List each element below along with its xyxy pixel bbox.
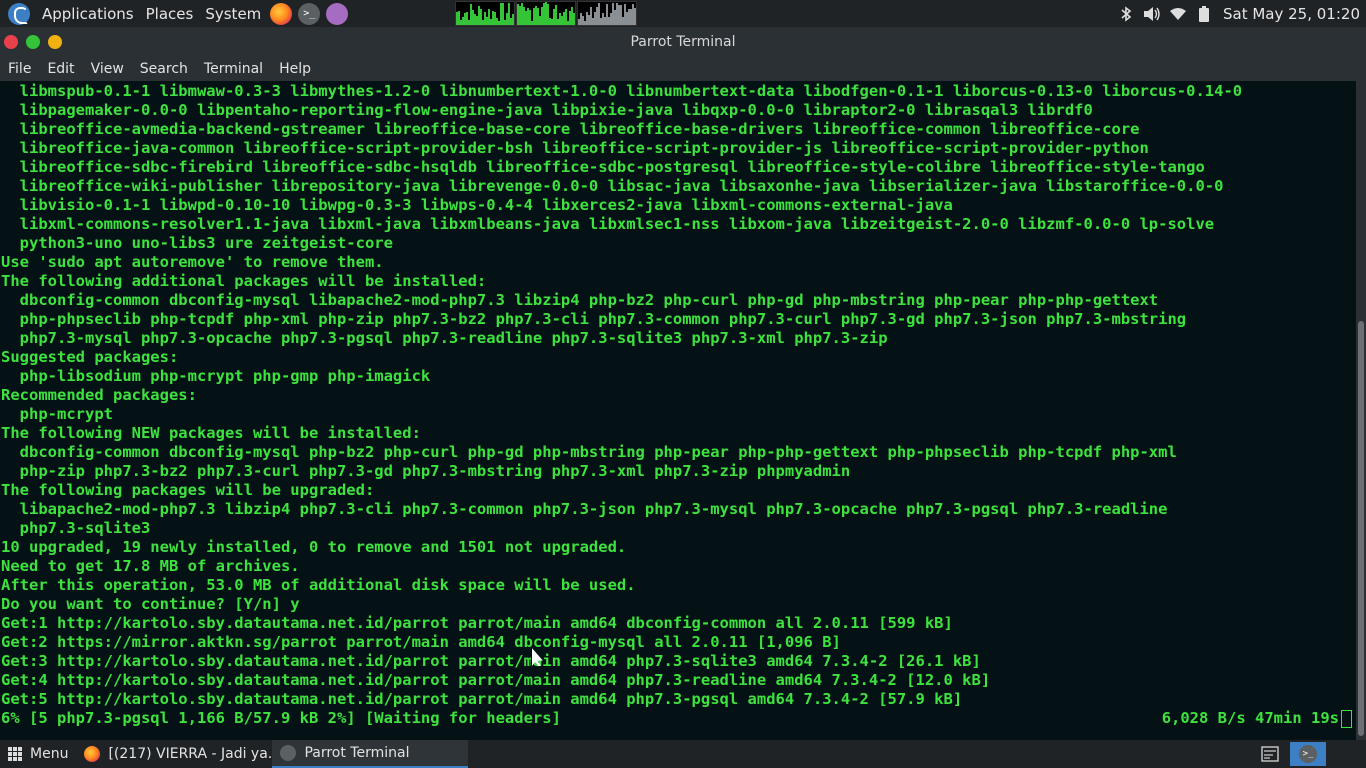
clock[interactable]: Sat May 25, 01:20: [1223, 5, 1360, 23]
terminal-line: libxml-commons-resolver1.1-java libxml-j…: [1, 215, 1215, 233]
terminal-line: libapache2-mod-php7.3 libzip4 php7.3-cli…: [1, 500, 1168, 518]
workspace-2[interactable]: >_: [1290, 742, 1326, 766]
terminal-line: 10 upgraded, 19 newly installed, 0 to re…: [1, 538, 627, 556]
terminal-line: Do you want to continue? [Y/n] y: [1, 595, 300, 613]
battery-icon[interactable]: [1195, 5, 1213, 22]
terminal-line: Recommended packages:: [1, 386, 197, 404]
terminal-line: After this operation, 53.0 MB of additio…: [1, 576, 636, 594]
close-window-button[interactable]: [4, 34, 18, 49]
menu-label: Menu: [30, 746, 69, 762]
taskbar-item-terminal[interactable]: Parrot Terminal: [272, 740, 469, 768]
terminal-output[interactable]: libmspub-0.1-1 libmwaw-0.3-3 libmythes-1…: [0, 81, 1356, 740]
terminal-icon[interactable]: >_: [298, 2, 321, 25]
text-cursor: [1341, 709, 1352, 728]
terminal-line: The following packages will be upgraded:: [1, 481, 375, 499]
menu-edit[interactable]: Edit: [39, 56, 82, 81]
terminal-line: Get:3 http://kartolo.sby.datautama.net.i…: [1, 652, 981, 670]
graph-bar: [573, 13, 576, 25]
minimize-window-button[interactable]: [48, 34, 62, 49]
terminal-line: php-libsodium php-mcrypt php-gmp php-ima…: [1, 367, 431, 385]
graph-bar: [634, 8, 637, 25]
terminal-line: Get:2 https://mirror.aktkn.sg/parrot par…: [1, 633, 841, 651]
memory-graph[interactable]: [516, 1, 577, 26]
firefox-icon: [84, 746, 101, 762]
firefox-icon[interactable]: [270, 2, 293, 25]
window-titlebar[interactable]: Parrot Terminal: [0, 27, 1366, 56]
terminal-line: php7.3-mysql php7.3-opcache php7.3-pgsql…: [1, 329, 888, 347]
terminal-line: Get:5 http://kartolo.sby.datautama.net.i…: [1, 690, 963, 708]
terminal-line: dbconfig-common dbconfig-mysql libapache…: [1, 291, 1159, 309]
applications-menu[interactable]: Applications: [36, 0, 140, 27]
menu-view[interactable]: View: [83, 56, 132, 81]
terminal-line: php7.3-sqlite3: [1, 519, 151, 537]
system-menu[interactable]: System: [199, 0, 267, 27]
terminal-line: libreoffice-sdbc-firebird libreoffice-sd…: [1, 158, 1205, 176]
terminal-icon: >_: [1299, 745, 1317, 763]
terminal-line: Use 'sudo apt autoremove' to remove them…: [1, 253, 384, 271]
terminal-line: The following NEW packages will be insta…: [1, 424, 421, 442]
top-panel: Applications Places System >_ Sat May 25…: [0, 0, 1366, 27]
scrollbar-thumb[interactable]: [1358, 321, 1364, 736]
notes-icon[interactable]: [326, 2, 349, 25]
terminal-line: The following additional packages will b…: [1, 272, 487, 290]
workspace-thumbnail-icon: [1261, 746, 1279, 762]
terminal-line: python3-uno uno-libs3 ure zeitgeist-core: [1, 234, 393, 252]
cpu-graph[interactable]: [455, 1, 516, 26]
terminal-line: Get:4 http://kartolo.sby.datautama.net.i…: [1, 671, 991, 689]
terminal-line: php-mcrypt: [1, 405, 113, 423]
terminal-icon: [280, 745, 297, 761]
taskbar-item-label: [(217) VIERRA - Jadi ya...: [108, 746, 273, 762]
terminal-lines: libmspub-0.1-1 libmwaw-0.3-3 libmythes-1…: [1, 82, 1242, 709]
terminal-line: php-zip php7.3-bz2 php7.3-curl php7.3-gd…: [1, 462, 851, 480]
download-speed: 6,028 B/s 47min 19s: [1162, 709, 1352, 728]
terminal-scrollbar[interactable]: [1356, 81, 1366, 740]
menu-search[interactable]: Search: [132, 56, 196, 81]
terminal-line: php-phpseclib php-tcpdf php-xml php-zip …: [1, 310, 1187, 328]
maximize-window-button[interactable]: [26, 34, 40, 49]
terminal-line: libreoffice-wiki-publisher librepository…: [1, 177, 1224, 195]
places-menu[interactable]: Places: [140, 0, 200, 27]
bottom-panel: Menu [(217) VIERRA - Jadi ya... Parrot T…: [0, 740, 1366, 768]
network-graph[interactable]: [577, 1, 638, 26]
bluetooth-icon[interactable]: [1117, 5, 1135, 22]
menubar: File Edit View Search Terminal Help: [0, 56, 1366, 81]
workspace-switcher: >_: [1252, 740, 1366, 768]
download-progress: 6% [5 php7.3-pgsql 1,166 B/57.9 kB 2%] […: [1, 709, 561, 727]
menu-terminal[interactable]: Terminal: [196, 56, 271, 81]
terminal-line: libmspub-0.1-1 libmwaw-0.3-3 libmythes-1…: [1, 82, 1243, 100]
workspace-3[interactable]: [1328, 742, 1364, 766]
wifi-icon[interactable]: [1169, 6, 1187, 22]
graph-bar: [512, 13, 515, 25]
terminal-line: libreoffice-java-common libreoffice-scri…: [1, 139, 1149, 157]
menu-help[interactable]: Help: [271, 56, 319, 81]
terminal-line: dbconfig-common dbconfig-mysql php-bz2 p…: [1, 443, 1177, 461]
taskbar-item-label: Parrot Terminal: [304, 745, 410, 761]
terminal-line: libreoffice-avmedia-backend-gstreamer li…: [1, 120, 1140, 138]
terminal-line: Suggested packages:: [1, 348, 179, 366]
terminal-line: libvisio-0.1-1 libwpd-0.10-10 libwpg-0.3…: [1, 196, 953, 214]
download-speed-text: 6,028 B/s 47min 19s: [1161, 709, 1339, 727]
system-tray: Sat May 25, 01:20: [1113, 0, 1366, 27]
apps-grid-icon: [8, 747, 22, 761]
terminal-line: Get:1 http://kartolo.sby.datautama.net.i…: [1, 614, 953, 632]
terminal-line: Need to get 17.8 MB of archives.: [1, 557, 300, 575]
workspace-1[interactable]: [1252, 742, 1288, 766]
menu-file[interactable]: File: [0, 56, 39, 81]
window-title: Parrot Terminal: [630, 33, 736, 50]
terminal-line: libpagemaker-0.0-0 libpentaho-reporting-…: [1, 101, 1093, 119]
parrot-logo-icon[interactable]: [8, 2, 30, 25]
volume-icon[interactable]: [1143, 6, 1161, 22]
main-menu-button[interactable]: Menu: [0, 740, 76, 768]
taskbar-item-firefox[interactable]: [(217) VIERRA - Jadi ya...: [76, 740, 272, 768]
system-monitor[interactable]: [455, 0, 638, 27]
